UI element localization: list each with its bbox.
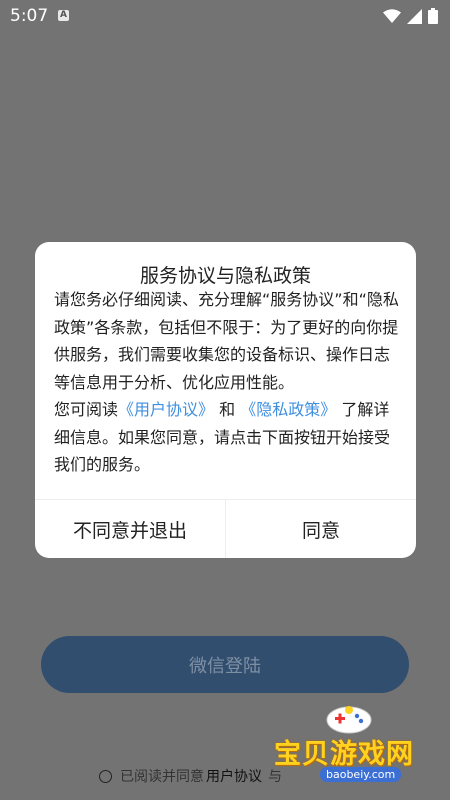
- status-time: 5:07: [10, 6, 49, 26]
- dialog-title: 服务协议与隐私政策: [139, 265, 311, 287]
- privacy-policy-dialog-link[interactable]: 《隐私政策》: [240, 400, 336, 419]
- status-bar: 5:07 A: [0, 0, 450, 32]
- agreement-prefix: 已阅读并同意: [120, 769, 204, 785]
- wechat-login-button[interactable]: 微信登陆: [41, 636, 409, 693]
- dialog-body: 请您务必仔细阅读、充分理解“服务协议”和“隐私政策”各条款，包括但不限于：为了更…: [54, 286, 400, 479]
- dialog-paragraph-2: 您可阅读《用户协议》 和 《隐私政策》 了解详细信息。如果您同意，请点击下面按钮…: [54, 396, 400, 479]
- wifi-icon: [383, 8, 401, 23]
- gamepad-icon: [326, 706, 372, 734]
- accept-button[interactable]: 同意: [225, 500, 416, 558]
- battery-icon: [428, 8, 438, 24]
- dialog-p2-and: 和: [219, 400, 236, 419]
- agreement-radio[interactable]: [99, 769, 112, 783]
- user-agreement-link[interactable]: 用户协议: [206, 766, 262, 786]
- dialog-paragraph-1: 请您务必仔细阅读、充分理解“服务协议”和“隐私政策”各条款，包括但不限于：为了更…: [54, 290, 399, 392]
- watermark: 宝贝游戏网 baobeiy.com: [268, 696, 428, 786]
- dialog-button-row: 不同意并退出 同意: [35, 499, 416, 558]
- dialog-p2-prefix: 您可阅读: [54, 400, 119, 419]
- a-icon: A: [58, 10, 69, 21]
- watermark-url: baobeiy.com: [320, 767, 402, 782]
- signal-icon: [407, 8, 422, 24]
- privacy-dialog: 服务协议与隐私政策 请您务必仔细阅读、充分理解“服务协议”和“隐私政策”各条款，…: [35, 242, 416, 558]
- user-agreement-dialog-link[interactable]: 《用户协议》: [118, 400, 214, 419]
- system-icons: [383, 8, 438, 24]
- decline-exit-button[interactable]: 不同意并退出: [35, 500, 225, 558]
- agreement-row: 已阅读并同意 用户协议 与: [99, 766, 282, 786]
- watermark-text: 宝贝游戏网: [274, 739, 414, 770]
